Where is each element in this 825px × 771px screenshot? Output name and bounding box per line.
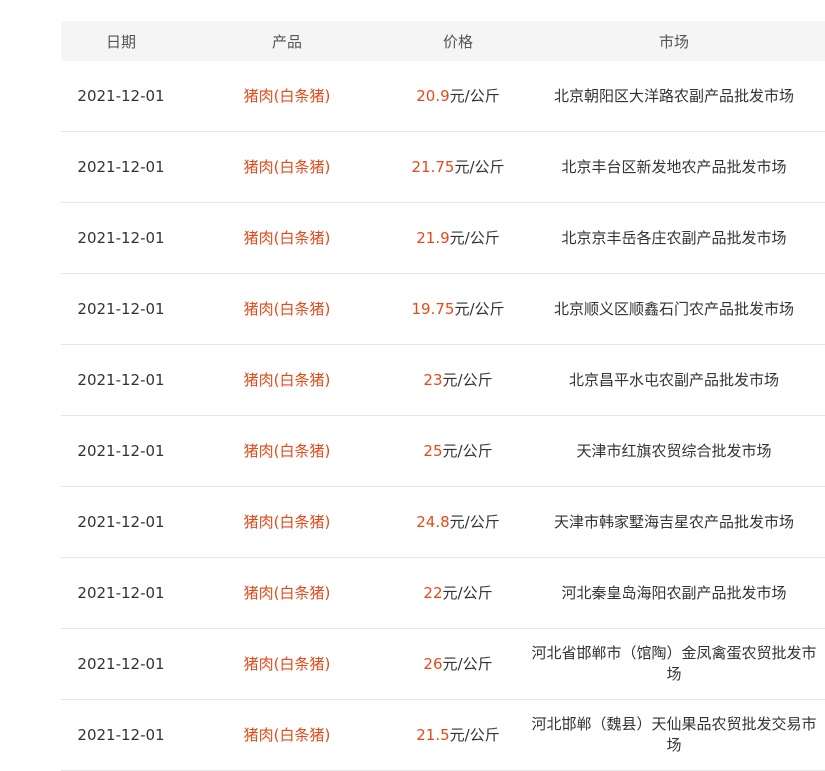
price-value: 23 <box>423 370 443 389</box>
table-row: 2021-12-01 猪肉(白条猪) 21.5元/公斤 河北邯郸（魏县）天仙果品… <box>61 699 825 771</box>
market-cell: 北京顺义区顺鑫石门农产品批发市场 <box>523 273 825 345</box>
price-unit: 元/公斤 <box>442 441 493 460</box>
date-cell: 2021-12-01 <box>61 344 181 416</box>
price-cell: 22元/公斤 <box>393 557 523 629</box>
date-cell: 2021-12-01 <box>61 202 181 274</box>
price-cell: 23元/公斤 <box>393 344 523 416</box>
header-product: 产品 <box>181 21 393 61</box>
market-cell: 天津市红旗农贸综合批发市场 <box>523 415 825 487</box>
product-cell[interactable]: 猪肉(白条猪) <box>181 628 393 700</box>
date-cell: 2021-12-01 <box>61 131 181 203</box>
price-cell: 25元/公斤 <box>393 415 523 487</box>
market-cell: 河北邯郸（魏县）天仙果品农贸批发交易市场 <box>523 699 825 771</box>
table-body: 2021-12-01 猪肉(白条猪) 20.9元/公斤 北京朝阳区大洋路农副产品… <box>61 61 825 771</box>
price-unit: 元/公斤 <box>442 583 493 602</box>
table-row: 2021-12-01 猪肉(白条猪) 20.9元/公斤 北京朝阳区大洋路农副产品… <box>61 61 825 132</box>
price-unit: 元/公斤 <box>442 654 493 673</box>
table-row: 2021-12-01 猪肉(白条猪) 24.8元/公斤 天津市韩家墅海吉星农产品… <box>61 486 825 558</box>
header-market: 市场 <box>523 21 825 61</box>
product-cell[interactable]: 猪肉(白条猪) <box>181 61 393 132</box>
market-cell: 北京丰台区新发地农产品批发市场 <box>523 131 825 203</box>
price-cell: 21.9元/公斤 <box>393 202 523 274</box>
price-cell: 21.75元/公斤 <box>393 131 523 203</box>
price-cell: 21.5元/公斤 <box>393 699 523 771</box>
price-value: 21.75 <box>411 157 455 176</box>
header-row: 日期 产品 价格 市场 <box>61 21 825 61</box>
price-unit: 元/公斤 <box>454 299 505 318</box>
market-cell: 河北省邯郸市（馆陶）金凤禽蛋农贸批发市场 <box>523 628 825 700</box>
table-row: 2021-12-01 猪肉(白条猪) 21.9元/公斤 北京京丰岳各庄农副产品批… <box>61 202 825 274</box>
product-cell[interactable]: 猪肉(白条猪) <box>181 486 393 558</box>
price-cell: 24.8元/公斤 <box>393 486 523 558</box>
table-row: 2021-12-01 猪肉(白条猪) 26元/公斤 河北省邯郸市（馆陶）金凤禽蛋… <box>61 628 825 700</box>
table-row: 2021-12-01 猪肉(白条猪) 19.75元/公斤 北京顺义区顺鑫石门农产… <box>61 273 825 345</box>
price-value: 26 <box>423 654 443 673</box>
product-cell[interactable]: 猪肉(白条猪) <box>181 202 393 274</box>
price-value: 21.5 <box>416 725 450 744</box>
market-cell: 北京昌平水屯农副产品批发市场 <box>523 344 825 416</box>
price-unit: 元/公斤 <box>449 725 500 744</box>
price-table: 日期 产品 价格 市场 2021-12-01 猪肉(白条猪) 20.9元/公斤 … <box>61 21 825 771</box>
market-cell: 北京朝阳区大洋路农副产品批发市场 <box>523 61 825 132</box>
date-cell: 2021-12-01 <box>61 61 181 132</box>
price-unit: 元/公斤 <box>442 370 493 389</box>
price-cell: 19.75元/公斤 <box>393 273 523 345</box>
header-price: 价格 <box>393 21 523 61</box>
price-value: 19.75 <box>411 299 455 318</box>
date-cell: 2021-12-01 <box>61 628 181 700</box>
price-cell: 20.9元/公斤 <box>393 61 523 132</box>
table-row: 2021-12-01 猪肉(白条猪) 23元/公斤 北京昌平水屯农副产品批发市场 <box>61 344 825 416</box>
product-cell[interactable]: 猪肉(白条猪) <box>181 699 393 771</box>
date-cell: 2021-12-01 <box>61 699 181 771</box>
product-cell[interactable]: 猪肉(白条猪) <box>181 557 393 629</box>
price-cell: 26元/公斤 <box>393 628 523 700</box>
market-cell: 北京京丰岳各庄农副产品批发市场 <box>523 202 825 274</box>
market-cell: 河北秦皇岛海阳农副产品批发市场 <box>523 557 825 629</box>
price-unit: 元/公斤 <box>449 228 500 247</box>
product-cell[interactable]: 猪肉(白条猪) <box>181 415 393 487</box>
price-value: 22 <box>423 583 443 602</box>
price-unit: 元/公斤 <box>449 512 500 531</box>
price-unit: 元/公斤 <box>454 157 505 176</box>
date-cell: 2021-12-01 <box>61 273 181 345</box>
product-cell[interactable]: 猪肉(白条猪) <box>181 344 393 416</box>
table-header: 日期 产品 价格 市场 <box>61 21 825 61</box>
table-row: 2021-12-01 猪肉(白条猪) 22元/公斤 河北秦皇岛海阳农副产品批发市… <box>61 557 825 629</box>
price-value: 20.9 <box>416 86 450 105</box>
price-value: 25 <box>423 441 443 460</box>
date-cell: 2021-12-01 <box>61 486 181 558</box>
market-cell: 天津市韩家墅海吉星农产品批发市场 <box>523 486 825 558</box>
date-cell: 2021-12-01 <box>61 415 181 487</box>
header-date: 日期 <box>61 21 181 61</box>
price-unit: 元/公斤 <box>449 86 500 105</box>
date-cell: 2021-12-01 <box>61 557 181 629</box>
table-row: 2021-12-01 猪肉(白条猪) 21.75元/公斤 北京丰台区新发地农产品… <box>61 131 825 203</box>
table-row: 2021-12-01 猪肉(白条猪) 25元/公斤 天津市红旗农贸综合批发市场 <box>61 415 825 487</box>
price-value: 24.8 <box>416 512 450 531</box>
product-cell[interactable]: 猪肉(白条猪) <box>181 273 393 345</box>
product-cell[interactable]: 猪肉(白条猪) <box>181 131 393 203</box>
price-value: 21.9 <box>416 228 450 247</box>
